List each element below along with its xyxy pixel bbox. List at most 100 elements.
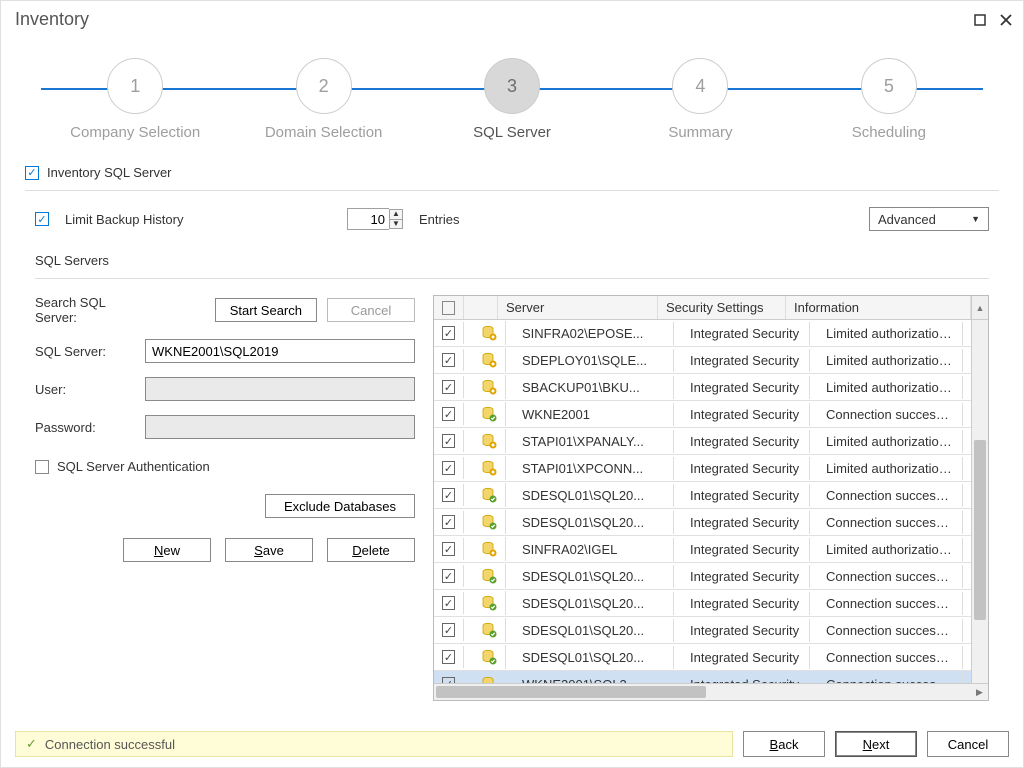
vertical-scrollbar[interactable]: [971, 320, 988, 683]
sql-servers-section-label: SQL Servers: [35, 253, 989, 268]
cell-server: STAPI01\XPANALY...: [514, 430, 674, 453]
save-button[interactable]: Save: [225, 538, 313, 562]
wizard-step-4[interactable]: 4Summary: [606, 58, 794, 141]
limit-history-checkbox[interactable]: ✓: [35, 212, 49, 226]
cell-security: Integrated Security: [682, 511, 810, 534]
horizontal-scrollbar[interactable]: ◀ ▶: [434, 683, 988, 700]
table-row[interactable]: ✓SDESQL01\SQL20...Integrated SecurityCon…: [434, 563, 988, 590]
sql-auth-checkbox[interactable]: ✓: [35, 460, 49, 474]
table-row[interactable]: ✓SDESQL01\SQL20...Integrated SecurityCon…: [434, 617, 988, 644]
col-header-server[interactable]: Server: [498, 296, 658, 319]
wizard-step-5[interactable]: 5Scheduling: [795, 58, 983, 141]
step-label: Domain Selection: [265, 124, 383, 141]
new-button[interactable]: New: [123, 538, 211, 562]
cancel-button[interactable]: Cancel: [927, 731, 1009, 757]
scroll-up-icon[interactable]: ▲: [971, 296, 988, 319]
cell-server: SDESQL01\SQL20...: [514, 646, 674, 669]
sql-server-input[interactable]: [145, 339, 415, 363]
step-number: 1: [107, 58, 163, 114]
start-search-button[interactable]: Start Search: [215, 298, 317, 322]
table-row[interactable]: ✓STAPI01\XPCONN...Integrated SecurityLim…: [434, 455, 988, 482]
cancel-search-button[interactable]: Cancel: [327, 298, 415, 322]
close-icon[interactable]: [999, 13, 1013, 27]
table-row[interactable]: ✓SDESQL01\SQL20...Integrated SecurityCon…: [434, 590, 988, 617]
cell-security: Integrated Security: [682, 538, 810, 561]
row-checkbox[interactable]: ✓: [442, 380, 455, 394]
table-row[interactable]: ✓SBACKUP01\BKU...Integrated SecurityLimi…: [434, 374, 988, 401]
table-row[interactable]: ✓SDEPLOY01\SQLE...Integrated SecurityLim…: [434, 347, 988, 374]
step-number: 3: [484, 58, 540, 114]
row-checkbox[interactable]: ✓: [442, 623, 455, 637]
cell-server: SDESQL01\SQL20...: [514, 619, 674, 642]
sql-servers-grid[interactable]: ✓ Server Security Settings Information ▲…: [433, 295, 989, 701]
cell-information: Limited authorization. SQL Server will: [818, 376, 963, 399]
row-checkbox[interactable]: ✓: [442, 569, 455, 583]
step-label: SQL Server: [473, 124, 551, 141]
spin-down-icon[interactable]: ▼: [389, 219, 403, 229]
check-icon: ✓: [26, 736, 37, 752]
step-label: Summary: [668, 124, 732, 141]
cell-security: Integrated Security: [682, 673, 810, 684]
cell-security: Integrated Security: [682, 592, 810, 615]
header-checkbox[interactable]: ✓: [442, 301, 455, 315]
user-label: User:: [35, 382, 135, 397]
maximize-icon[interactable]: [973, 13, 987, 27]
cell-information: Connection successful - INTERN/sgr: [818, 646, 963, 669]
spin-up-icon[interactable]: ▲: [389, 209, 403, 219]
database-status-icon: [472, 564, 506, 588]
table-row[interactable]: ✓SDESQL01\SQL20...Integrated SecurityCon…: [434, 482, 988, 509]
database-status-icon: [472, 375, 506, 399]
exclude-databases-button[interactable]: Exclude Databases: [265, 494, 415, 518]
sql-auth-label: SQL Server Authentication: [57, 459, 210, 474]
inventory-sql-label: Inventory SQL Server: [47, 165, 172, 180]
database-status-icon: [472, 348, 506, 372]
wizard-step-3[interactable]: 3 SQL Server: [418, 58, 606, 141]
row-checkbox[interactable]: ✓: [442, 353, 455, 367]
row-checkbox[interactable]: ✓: [442, 542, 455, 556]
scroll-right-icon[interactable]: ▶: [971, 684, 988, 700]
advanced-dropdown[interactable]: Advanced ▼: [869, 207, 989, 231]
row-checkbox[interactable]: ✓: [442, 434, 455, 448]
password-label: Password:: [35, 420, 135, 435]
col-header-security[interactable]: Security Settings: [658, 296, 786, 319]
limit-history-input[interactable]: ▲▼: [347, 208, 403, 230]
delete-button[interactable]: Delete: [327, 538, 415, 562]
col-header-information[interactable]: Information: [786, 296, 971, 319]
cell-security: Integrated Security: [682, 349, 810, 372]
hscrollbar-thumb[interactable]: [436, 686, 706, 698]
row-checkbox[interactable]: ✓: [442, 407, 455, 421]
cell-server: WKNE2001: [514, 403, 674, 426]
scrollbar-thumb[interactable]: [974, 440, 986, 620]
row-checkbox[interactable]: ✓: [442, 596, 455, 610]
row-checkbox[interactable]: ✓: [442, 650, 455, 664]
wizard-step-1[interactable]: 1 Company Selection: [41, 58, 229, 141]
row-checkbox[interactable]: ✓: [442, 488, 455, 502]
table-row[interactable]: ✓SINFRA02\IGELIntegrated SecurityLimited…: [434, 536, 988, 563]
table-row[interactable]: ✓SDESQL01\SQL20...Integrated SecurityCon…: [434, 644, 988, 671]
row-checkbox[interactable]: ✓: [442, 326, 455, 340]
database-status-icon: [472, 456, 506, 480]
table-row[interactable]: ✓WKNE2001Integrated SecurityConnection s…: [434, 401, 988, 428]
step-label: Company Selection: [70, 124, 200, 141]
inventory-sql-checkbox[interactable]: ✓: [25, 166, 39, 180]
cell-security: Integrated Security: [682, 403, 810, 426]
table-row[interactable]: ✓WKNE2001\SQL2...Integrated SecurityConn…: [434, 671, 988, 683]
cell-security: Integrated Security: [682, 322, 810, 345]
table-row[interactable]: ✓SINFRA02\EPOSE...Integrated SecurityLim…: [434, 320, 988, 347]
cell-information: Connection successful - INTERN/sgr: [818, 484, 963, 507]
password-input: [145, 415, 415, 439]
search-label: Search SQL Server:: [35, 295, 135, 325]
wizard-steps: 1 Company Selection 2 Domain Selection 3 SQL …: [1, 34, 1023, 151]
database-status-icon: [472, 510, 506, 534]
row-checkbox[interactable]: ✓: [442, 461, 455, 475]
wizard-step-2[interactable]: 2 Domain Selection: [229, 58, 417, 141]
step-number: 2: [296, 58, 352, 114]
back-button[interactable]: Back: [743, 731, 825, 757]
database-status-icon: [472, 402, 506, 426]
table-row[interactable]: ✓STAPI01\XPANALY...Integrated SecurityLi…: [434, 428, 988, 455]
table-row[interactable]: ✓SDESQL01\SQL20...Integrated SecurityCon…: [434, 509, 988, 536]
cell-security: Integrated Security: [682, 430, 810, 453]
next-button[interactable]: Next: [835, 731, 917, 757]
row-checkbox[interactable]: ✓: [442, 515, 455, 529]
step-number: 5: [861, 58, 917, 114]
